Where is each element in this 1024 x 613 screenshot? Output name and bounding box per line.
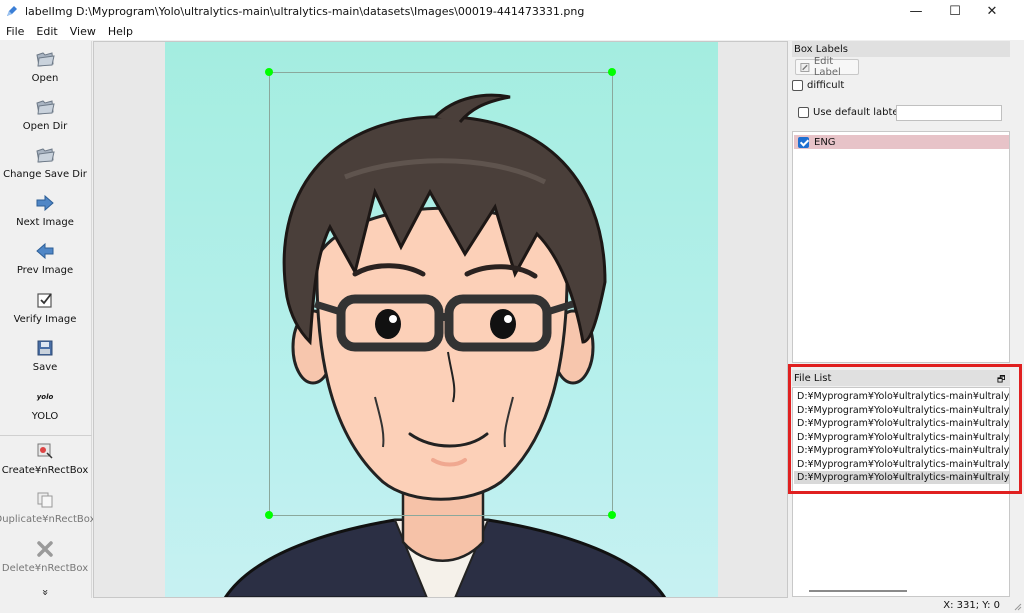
menu-bar: File Edit View Help — [0, 22, 1024, 40]
close-button[interactable]: ✕ — [974, 0, 1010, 22]
bbox-handle-bottom-right[interactable] — [608, 511, 616, 519]
edit-pencil-icon — [800, 62, 810, 72]
annotated-image — [165, 42, 718, 597]
menu-view[interactable]: View — [64, 25, 102, 38]
toolbar-separator — [0, 435, 92, 436]
difficult-label: difficult — [807, 80, 845, 91]
label-item[interactable]: ENG — [794, 135, 1009, 149]
folder-icon — [34, 97, 56, 117]
delete-x-icon — [34, 539, 56, 559]
status-bar: X: 331; Y: 0 — [0, 598, 1024, 613]
floppy-disk-icon — [34, 338, 56, 358]
bbox-edge-left[interactable] — [269, 72, 270, 515]
verify-image-label: Verify Image — [13, 314, 77, 325]
delete-rectbox-button[interactable]: Delete¥nRectBox — [0, 539, 90, 574]
maximize-button[interactable]: ☐ — [937, 0, 973, 22]
create-rectbox-button[interactable]: Create¥nRectBox — [0, 441, 90, 476]
label-checkbox[interactable] — [798, 136, 809, 148]
open-dir-button[interactable]: Open Dir — [0, 97, 90, 132]
edit-label-text: Edit Label — [813, 56, 841, 78]
delete-rectbox-label: Delete¥nRectBox — [1, 563, 89, 574]
file-list-highlight-box — [788, 364, 1022, 494]
open-dir-label: Open Dir — [22, 121, 68, 132]
cursor-coordinates: X: 331; Y: 0 — [943, 600, 1000, 611]
folder-icon — [34, 49, 56, 69]
menu-help[interactable]: Help — [102, 25, 139, 38]
bbox-handle-bottom-left[interactable] — [265, 511, 273, 519]
open-button[interactable]: Open — [0, 49, 90, 84]
box-labels-title: Box Labels — [792, 41, 1010, 57]
next-image-button[interactable]: Next Image — [0, 193, 90, 228]
duplicate-icon — [34, 490, 56, 510]
verify-image-button[interactable]: Verify Image — [0, 290, 90, 325]
tool-bar: Open Open Dir Change Save Dir Next Image… — [0, 41, 96, 598]
menu-edit[interactable]: Edit — [30, 25, 63, 38]
prev-image-button[interactable]: Prev Image — [0, 241, 90, 276]
image-canvas[interactable] — [93, 41, 788, 598]
arrow-right-icon — [34, 193, 56, 213]
bbox-handle-top-right[interactable] — [608, 68, 616, 76]
use-default-label-row[interactable]: Use default labtel — [798, 107, 901, 118]
create-box-icon — [34, 441, 56, 461]
minimize-button[interactable]: — — [898, 0, 934, 22]
folder-icon — [34, 145, 56, 165]
prev-image-label: Prev Image — [16, 265, 74, 276]
edit-label-button[interactable]: Edit Label — [795, 56, 859, 78]
bbox-edge-top[interactable] — [269, 72, 613, 73]
window-title: labelImg D:\Myprogram\Yolo\ultralytics-m… — [25, 4, 585, 18]
save-button[interactable]: Save — [0, 338, 90, 373]
checkbox-icon — [34, 290, 56, 310]
next-image-label: Next Image — [16, 217, 74, 228]
menu-file[interactable]: File — [0, 25, 30, 38]
change-save-dir-button[interactable]: Change Save Dir — [0, 145, 90, 180]
chevron-double-down-icon: » — [38, 589, 52, 596]
use-default-label-checkbox[interactable] — [798, 107, 809, 118]
difficult-checkbox-row[interactable]: difficult — [792, 80, 844, 91]
resize-grip-icon[interactable] — [1012, 601, 1022, 611]
label-name: ENG — [814, 136, 836, 148]
labelimg-app-icon — [7, 6, 17, 16]
title-bar: labelImg D:\Myprogram\Yolo\ultralytics-m… — [0, 0, 1024, 22]
yolo-label: YOLO — [31, 411, 59, 422]
duplicate-rectbox-button[interactable]: Duplicate¥nRectBox — [0, 490, 96, 525]
bbox-edge-bottom[interactable] — [269, 515, 613, 516]
bbox-edge-right[interactable] — [612, 72, 613, 515]
use-default-label-text: Use default labtel — [813, 107, 902, 118]
change-save-dir-label: Change Save Dir — [3, 169, 87, 180]
bbox-handle-top-left[interactable] — [265, 68, 273, 76]
yolo-format-button[interactable]: yolo YOLO — [0, 387, 90, 422]
default-label-input[interactable] — [896, 105, 1002, 121]
save-label: Save — [32, 362, 58, 373]
horizontal-scrollbar[interactable] — [809, 590, 907, 592]
open-label: Open — [31, 73, 59, 84]
right-dock-panel: Box Labels Edit Label difficult Use defa… — [790, 41, 1024, 598]
duplicate-rectbox-label: Duplicate¥nRectBox — [0, 514, 96, 525]
difficult-checkbox[interactable] — [792, 80, 803, 91]
create-rectbox-label: Create¥nRectBox — [1, 465, 89, 476]
label-list[interactable]: ENG — [792, 131, 1010, 363]
yolo-icon: yolo — [36, 393, 54, 401]
arrow-left-icon — [34, 241, 56, 261]
